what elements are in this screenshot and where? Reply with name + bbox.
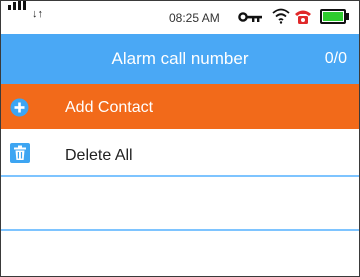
data-arrows-icon: ↓↑ (32, 8, 43, 20)
delete-all-button[interactable]: Delete All (1, 129, 359, 177)
battery-icon (320, 9, 346, 24)
status-time: 08:25 AM (169, 11, 220, 25)
list-item (1, 177, 359, 231)
trash-icon (10, 143, 30, 163)
status-bar: ↓↑ 08:25 AM (1, 1, 359, 34)
delete-all-label: Delete All (65, 147, 133, 164)
battery-tip (346, 13, 349, 20)
phone-screen: ↓↑ 08:25 AM Alarm call number 0/0 Add Co… (0, 0, 360, 277)
add-contact-button[interactable]: Add Contact (1, 84, 359, 129)
alarm-icon (295, 10, 311, 24)
list-item (1, 231, 359, 276)
title-bar: Alarm call number 0/0 (1, 34, 359, 84)
contact-count: 0/0 (324, 50, 347, 67)
page-title: Alarm call number (111, 49, 249, 68)
plus-circle-icon (10, 98, 29, 117)
wifi-icon (272, 8, 290, 24)
key-icon (238, 12, 262, 22)
add-contact-label: Add Contact (65, 99, 154, 116)
